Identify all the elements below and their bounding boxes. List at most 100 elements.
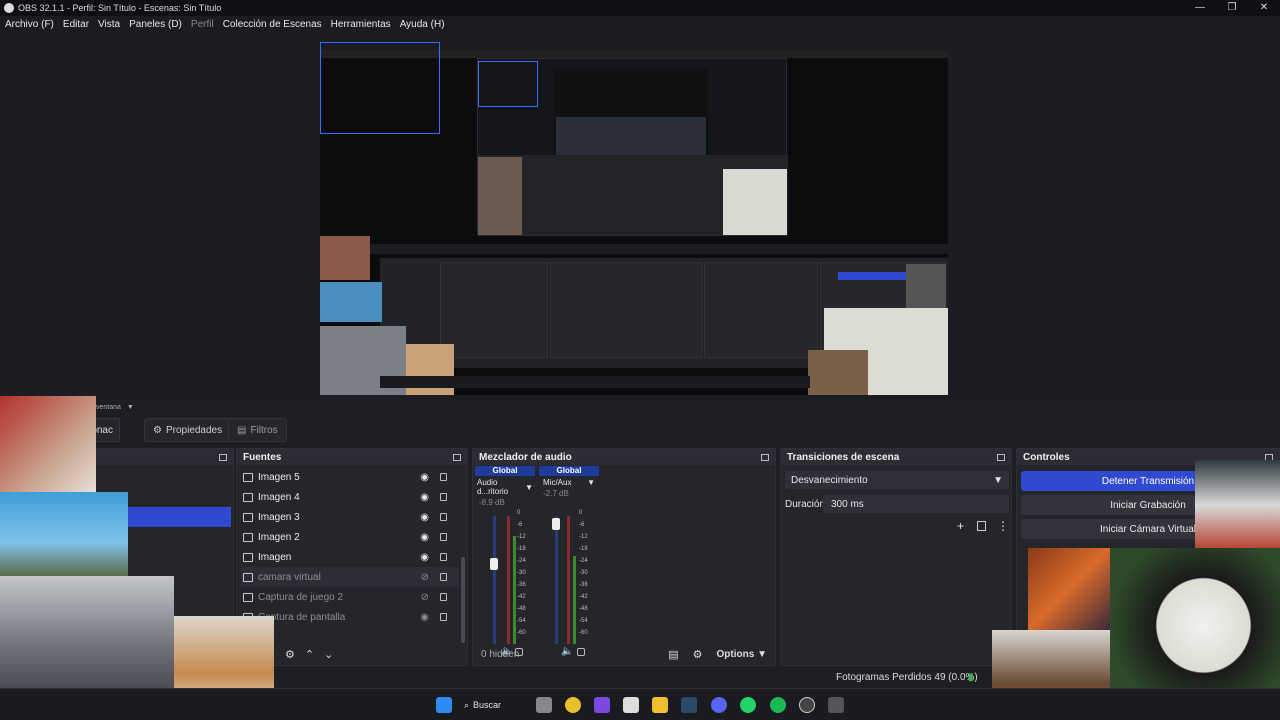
transition-select[interactable]: Desvanecimiento ▼ — [785, 471, 1009, 489]
scale-tick: -6 — [517, 522, 523, 528]
scale-tick: -6 — [579, 522, 585, 528]
trash-icon[interactable] — [977, 521, 986, 531]
windows-start-icon[interactable] — [436, 697, 452, 713]
taskbar: ⌕ Buscar — [0, 688, 1280, 720]
nested-monkey-image — [808, 350, 868, 395]
mixer-channel-name[interactable]: Mic/Aux ▼ — [539, 476, 599, 489]
menu-vista[interactable]: Vista — [98, 19, 120, 30]
add-icon[interactable]: + — [957, 519, 964, 533]
volume-slider[interactable] — [493, 516, 496, 644]
popout-icon[interactable] — [219, 453, 227, 461]
lock-icon[interactable] — [440, 513, 447, 521]
lock-icon[interactable] — [440, 533, 447, 541]
popout-icon[interactable] — [997, 453, 1005, 461]
image-source-icon — [243, 512, 253, 522]
source-item[interactable]: Imagen ◉ — [241, 547, 459, 567]
minimize-button[interactable]: — — [1184, 0, 1216, 16]
menu-perfil[interactable]: Perfil — [191, 19, 214, 30]
preview-canvas[interactable] — [320, 40, 948, 395]
app-icon[interactable] — [828, 697, 844, 713]
close-button[interactable]: ✕ — [1248, 0, 1280, 16]
store-icon[interactable] — [623, 697, 639, 713]
eye-icon[interactable]: ◉ — [420, 552, 429, 563]
eye-icon[interactable]: ◉ — [420, 492, 429, 503]
move-up-icon[interactable]: ⌃ — [305, 648, 314, 661]
lock-icon[interactable] — [440, 493, 447, 501]
lock-icon[interactable] — [440, 573, 447, 581]
image-source-icon — [243, 532, 253, 542]
tab-filters[interactable]: ▤ Filtros — [228, 418, 287, 442]
sources-scrollbar[interactable] — [461, 557, 465, 643]
whatsapp-icon[interactable] — [740, 697, 756, 713]
lock-icon[interactable] — [440, 473, 447, 481]
scene-window-label: ventana ▼ — [96, 403, 134, 411]
nested-pig-image — [320, 236, 370, 280]
source-item[interactable]: Imagen 5 ◉ — [241, 467, 459, 487]
source-item[interactable]: Captura de juego 2 ⊘ — [241, 587, 459, 607]
steam-icon[interactable] — [681, 697, 697, 713]
menu-paneles[interactable]: Paneles (D) — [129, 19, 182, 30]
gear-icon[interactable]: ⚙ — [693, 648, 703, 661]
popout-icon[interactable] — [761, 453, 769, 461]
hidden-count: 0 hidden — [481, 648, 520, 660]
lock-icon[interactable] — [440, 613, 447, 621]
chevron-down-icon: ▼ — [993, 474, 1003, 486]
menu-coleccion-escenas[interactable]: Colección de Escenas — [223, 19, 322, 30]
nested-flying-image — [320, 282, 382, 322]
lock-icon[interactable] — [440, 593, 447, 601]
image-source-icon — [243, 592, 253, 602]
spotify-icon[interactable] — [770, 697, 786, 713]
menu-herramientas[interactable]: Herramientas — [331, 19, 391, 30]
discord-icon[interactable] — [711, 697, 727, 713]
capybara-image — [1028, 548, 1110, 630]
dropdown-icon[interactable]: ▼ — [525, 483, 533, 492]
maximize-button[interactable]: ❐ — [1216, 0, 1248, 16]
flying-man-image — [0, 492, 128, 576]
volume-slider[interactable] — [555, 516, 558, 644]
eye-off-icon[interactable]: ⊘ — [421, 572, 429, 583]
options-button[interactable]: Options ▼ — [717, 649, 767, 660]
eye-icon[interactable]: ◉ — [420, 532, 429, 543]
popout-icon[interactable] — [453, 453, 461, 461]
image-source-icon — [243, 572, 253, 582]
dropdown-icon[interactable]: ▼ — [587, 478, 595, 487]
menu-editar[interactable]: Editar — [63, 19, 89, 30]
layout-icon[interactable]: ▤ — [668, 648, 678, 661]
more-icon[interactable]: ⋮ — [997, 519, 1009, 533]
chrome-icon[interactable] — [565, 697, 581, 713]
source-item[interactable]: Imagen 2 ◉ — [241, 527, 459, 547]
eye-icon[interactable]: ◉ — [420, 472, 429, 483]
mixer-scale: 0 -6 -12 -18 -24 -30 -36 -42 -48 -54 -60 — [517, 507, 526, 639]
volume-slider-handle[interactable] — [552, 518, 560, 530]
folder-icon[interactable] — [652, 697, 668, 713]
tab-properties[interactable]: ⚙ Propiedades — [144, 418, 232, 442]
gear-icon[interactable]: ⚙ — [285, 648, 295, 661]
chevron-down-icon[interactable]: ▼ — [127, 404, 134, 411]
scale-tick: -42 — [579, 594, 588, 600]
obs-icon[interactable] — [799, 697, 815, 713]
source-item[interactable]: camara virtual ⊘ — [241, 567, 459, 587]
menu-archivo[interactable]: Archivo (F) — [5, 19, 54, 30]
scale-tick: -12 — [579, 534, 588, 540]
task-view-icon[interactable] — [536, 697, 552, 713]
dropped-frames: Fotogramas Perdidos 49 (0.0%) — [836, 672, 978, 683]
copilot-icon[interactable] — [594, 697, 610, 713]
source-item[interactable]: Imagen 4 ◉ — [241, 487, 459, 507]
source-item[interactable]: Imagen 3 ◉ — [241, 507, 459, 527]
scale-tick: -54 — [579, 618, 588, 624]
title-bar: OBS 32.1.1 - Perfil: Sin Título - Escena… — [0, 0, 1280, 16]
scale-tick: -24 — [579, 558, 588, 564]
taskbar-search[interactable]: ⌕ Buscar — [464, 695, 522, 715]
menu-ayuda[interactable]: Ayuda (H) — [400, 19, 445, 30]
volume-slider-handle[interactable] — [490, 558, 498, 570]
scale-tick: -24 — [517, 558, 526, 564]
audio-mixer-panel: Mezclador de audio Global Audio d...rito… — [472, 448, 776, 666]
eye-icon[interactable]: ◉ — [420, 612, 429, 623]
move-down-icon[interactable]: ⌄ — [324, 648, 333, 661]
duration-input[interactable]: 300 ms — [823, 495, 1009, 513]
lock-icon[interactable] — [440, 553, 447, 561]
eye-icon[interactable]: ◉ — [420, 512, 429, 523]
mixer-channel-name[interactable]: Audio d...ritorio ▼ — [475, 476, 535, 498]
eye-off-icon[interactable]: ⊘ — [421, 592, 429, 603]
scale-tick: -60 — [579, 630, 588, 636]
